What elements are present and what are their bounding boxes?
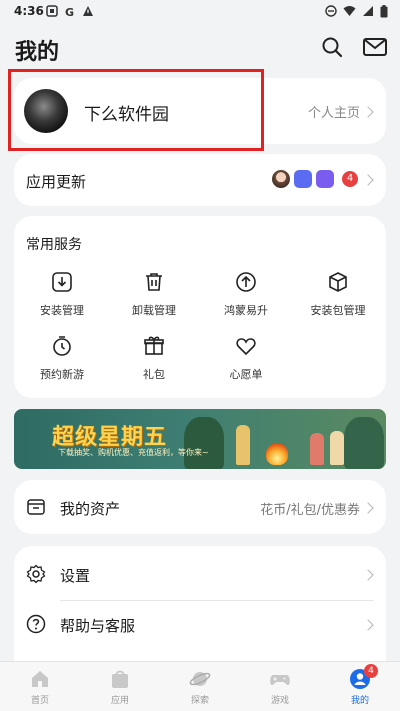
- tab-games[interactable]: 游戏: [250, 668, 310, 706]
- gamepad-icon: [270, 675, 290, 685]
- help-row[interactable]: 帮助与客服: [14, 600, 386, 650]
- service-install-manager[interactable]: 安装管理: [17, 270, 107, 318]
- banner-tree-decoration: [344, 417, 384, 469]
- gear-icon: [26, 564, 46, 584]
- heart-icon: [236, 338, 256, 356]
- download-box-icon: [52, 272, 72, 292]
- signal-icon: [363, 6, 373, 16]
- home-icon: [32, 671, 48, 687]
- service-harmony-upgrade[interactable]: 鸿蒙易升: [201, 270, 291, 318]
- app-chat-icon: [316, 170, 334, 188]
- service-package-manager[interactable]: 安装包管理: [293, 270, 383, 318]
- service-gift-pack[interactable]: 礼包: [109, 334, 199, 382]
- banner-subtitle: 下载抽奖、购机优惠、充值返利，等你来~: [58, 448, 209, 457]
- tab-me[interactable]: 4 我的: [330, 664, 390, 706]
- service-wishlist[interactable]: 心愿单: [201, 334, 291, 382]
- update-count-badge: 4: [342, 171, 358, 187]
- page-header: 我的: [0, 24, 400, 72]
- assets-label: 我的资产: [60, 500, 121, 518]
- services-heading: 常用服务: [26, 237, 82, 253]
- tab-apps[interactable]: 应用: [90, 668, 150, 706]
- settings-card: 设置 帮助与客服: [14, 546, 386, 674]
- app-cube-icon: [294, 170, 312, 188]
- banner-campfire: [266, 443, 288, 465]
- settings-row[interactable]: 设置: [14, 550, 386, 601]
- help-icon: [26, 614, 46, 634]
- battery-saver-icon: [46, 5, 58, 17]
- dnd-icon: [325, 5, 337, 17]
- svg-text:G: G: [65, 6, 74, 17]
- mail-icon[interactable]: [362, 35, 388, 59]
- chevron-right-icon: [362, 569, 374, 581]
- banner-figure: [310, 433, 324, 465]
- update-app-icons: 4: [272, 170, 358, 188]
- chevron-right-icon: [362, 174, 374, 186]
- tab-home[interactable]: 首页: [10, 668, 70, 706]
- app-avatar-icon: [272, 170, 290, 188]
- warning-icon: [83, 6, 93, 16]
- tab-explore[interactable]: 探索: [170, 668, 230, 706]
- status-bar: 4:36 G: [0, 0, 400, 24]
- app-update-label: 应用更新: [26, 173, 87, 191]
- shopping-bag-icon: [112, 670, 128, 688]
- search-icon[interactable]: [320, 35, 344, 59]
- assets-detail: 花币/礼包/优惠券: [260, 503, 360, 518]
- trash-icon: [146, 273, 162, 291]
- wifi-icon: [343, 6, 356, 16]
- service-uninstall-manager[interactable]: 卸载管理: [109, 270, 199, 318]
- profile-home-link[interactable]: 个人主页: [308, 102, 360, 121]
- service-reserve-games[interactable]: 预约新游: [17, 334, 107, 382]
- battery-icon: [380, 5, 388, 18]
- status-time: 4:36: [14, 4, 44, 18]
- chevron-right-icon: [362, 502, 374, 514]
- bottom-tab-bar: 首页 应用 探索 游戏 4 我的: [0, 661, 400, 711]
- app-update-row[interactable]: 应用更新 4: [14, 154, 386, 206]
- banner-figure: [330, 431, 344, 465]
- arrow-up-circle-icon: [236, 272, 256, 292]
- avatar[interactable]: [24, 89, 68, 133]
- page-title: 我的: [15, 40, 60, 65]
- package-icon: [329, 272, 347, 292]
- promo-banner[interactable]: 超级星期五 下载抽奖、购机优惠、充值返利，等你来~: [14, 409, 386, 469]
- gift-icon: [144, 336, 164, 355]
- chevron-right-icon: [362, 619, 374, 631]
- profile-card[interactable]: 下么软件园 个人主页: [14, 78, 386, 144]
- services-card: 常用服务 安装管理 卸载管理 鸿蒙易升 安装包管理 预约新游 礼包 心愿单: [14, 216, 386, 398]
- profile-name: 下么软件园: [84, 105, 169, 125]
- wallet-icon: [27, 499, 45, 515]
- google-g-icon: G: [65, 6, 74, 17]
- tab-me-badge: 4: [364, 664, 378, 678]
- planet-icon: [189, 672, 211, 686]
- banner-figure: [236, 425, 250, 465]
- chevron-right-icon: [362, 106, 374, 118]
- alarm-icon: [53, 336, 71, 356]
- banner-tree-decoration: [184, 417, 224, 469]
- assets-row[interactable]: 我的资产 花币/礼包/优惠券: [14, 480, 386, 534]
